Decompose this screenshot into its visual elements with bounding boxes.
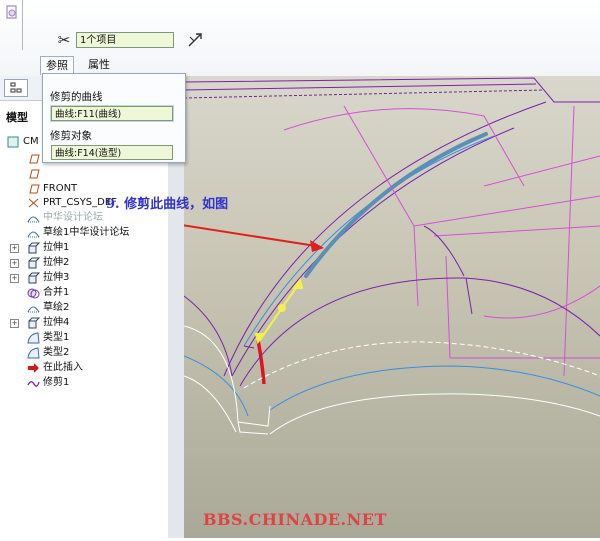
tree-item-label: 拉伸4	[43, 317, 70, 328]
expand-toggle-icon[interactable]: +	[10, 274, 19, 283]
dashboard-divider	[22, 0, 23, 50]
direction-arrows	[254, 277, 304, 345]
trim-icon	[27, 381, 40, 387]
trim-object-collector[interactable]: 曲线:F14(造型)	[51, 145, 173, 160]
csys-icon	[28, 198, 39, 208]
tree-item-label: CM	[23, 136, 39, 147]
tree-item-label: 类型1	[43, 332, 70, 343]
extrude-icon	[28, 272, 40, 284]
expand-toggle-icon[interactable]: +	[10, 244, 19, 253]
lower-surface-edges	[183, 225, 600, 387]
flip-direction-icon[interactable]	[186, 31, 204, 49]
feature-icon	[6, 5, 17, 19]
tree-item-label: FRONT	[43, 183, 78, 194]
sketch-icon	[27, 231, 40, 238]
tree-item-label: 类型2	[43, 347, 70, 358]
tree-item-label: 拉伸3	[43, 272, 70, 283]
tree-view-button[interactable]	[4, 79, 28, 97]
graphics-viewport[interactable]: 9. 修剪此曲线，如图 BBS.CHINADE.NET	[106, 76, 600, 538]
merge-icon	[27, 288, 40, 299]
datum-plane-icon	[29, 154, 40, 164]
tree-view-icon	[10, 82, 22, 93]
datum-plane-icon	[29, 169, 40, 179]
tree-item-label: 修剪1	[43, 377, 70, 388]
part-icon	[7, 136, 19, 148]
expand-toggle-icon[interactable]: +	[10, 319, 19, 328]
trim-curve-label: 修剪的曲线	[50, 91, 103, 103]
tree-item-label: 草绘2	[43, 302, 70, 313]
tree-item-label: 草绘1中华设计论坛	[43, 227, 130, 238]
tab-properties[interactable]: 属性	[82, 56, 116, 74]
tree-item-label: 拉伸2	[43, 257, 70, 268]
trim-object-collector[interactable]: 1个项目	[76, 32, 174, 48]
model-tree-title: 模型	[6, 111, 28, 124]
style-icon	[27, 332, 40, 344]
expand-toggle-icon[interactable]: +	[10, 259, 19, 268]
extrude-icon	[28, 257, 40, 269]
tree-item-label: 中华设计论坛	[43, 212, 103, 223]
tree-item-label: 在此插入	[43, 362, 83, 373]
annotation-arrow	[123, 215, 317, 247]
trim-curve-collector[interactable]: 曲线:F11(曲线)	[51, 106, 173, 121]
model-geometry	[123, 77, 600, 435]
watermark-text: BBS.CHINADE.NET	[203, 510, 387, 529]
sketch-icon	[27, 216, 40, 223]
style-icon	[27, 347, 40, 359]
trim-curve-highlight	[304, 132, 488, 278]
extrude-icon	[28, 317, 40, 329]
inner-arc	[231, 127, 515, 377]
trimmed-segment	[256, 339, 266, 385]
outer-surface-edge	[183, 77, 600, 103]
outer-surface-edge	[183, 83, 537, 91]
references-panel: 修剪的曲线 曲线:F11(曲线) 修剪对象 曲线:F14(造型)	[42, 73, 186, 163]
scissors-icon[interactable]: ✂	[55, 31, 73, 49]
extrude-icon	[28, 242, 40, 254]
tree-item-label: 拉伸1	[43, 242, 70, 253]
dashed-edge	[183, 89, 545, 99]
lower-dashed-edge	[243, 341, 600, 389]
insert-arrow-icon	[28, 363, 39, 373]
sketch-icon	[27, 306, 40, 313]
datum-plane-icon	[29, 184, 40, 194]
tree-item-label: 合并1	[43, 287, 70, 298]
trim-object-label: 修剪对象	[50, 130, 92, 142]
trim-dashboard: ✂ 1个项目 参照 属性	[0, 0, 600, 77]
annotation-text: 9. 修剪此曲线，如图	[106, 197, 229, 212]
